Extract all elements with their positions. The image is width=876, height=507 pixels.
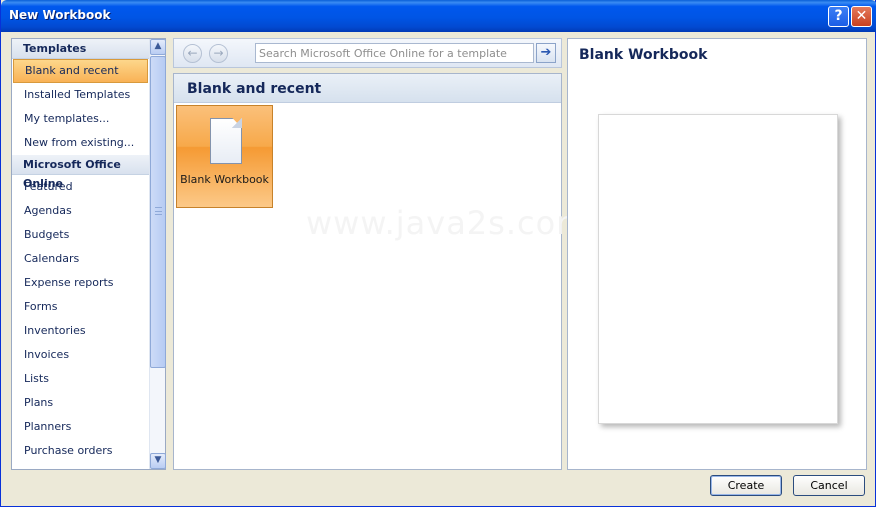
category-item-lists[interactable]: Lists <box>12 367 149 391</box>
template-gallery: Blank and recent Blank Workbook www.java… <box>173 73 587 470</box>
new-workbook-dialog: New Workbook ? ✕ Templates Blank and rec… <box>0 0 876 507</box>
gallery-section-header: Blank and recent <box>174 74 561 103</box>
category-item-invoices[interactable]: Invoices <box>12 343 149 367</box>
scroll-thumb[interactable] <box>150 56 166 368</box>
create-button[interactable]: Create <box>710 475 782 496</box>
category-item-calendars[interactable]: Calendars <box>12 247 149 271</box>
cancel-button[interactable]: Cancel <box>793 475 865 496</box>
window-title: New Workbook <box>9 8 111 22</box>
category-item-budgets[interactable]: Budgets <box>12 223 149 247</box>
category-item-new-from-existing[interactable]: New from existing... <box>12 131 149 155</box>
gallery-section-title: Blank and recent <box>187 81 322 97</box>
preview-title: Blank Workbook <box>579 47 708 63</box>
scroll-down-button[interactable]: ▼ <box>150 453 166 469</box>
category-scrollbar[interactable]: ▲ ▼ <box>149 39 166 469</box>
category-item-agendas[interactable]: Agendas <box>12 199 149 223</box>
category-item-purchase-orders[interactable]: Purchase orders <box>12 439 149 463</box>
preview-thumbnail <box>598 114 838 424</box>
document-fold-icon <box>232 118 242 128</box>
category-item-my-templates[interactable]: My templates... <box>12 107 149 131</box>
category-item-forms[interactable]: Forms <box>12 295 149 319</box>
category-item-plans[interactable]: Plans <box>12 391 149 415</box>
watermark-text: www.java2s.com <box>306 204 589 242</box>
forward-arrow-icon[interactable]: → <box>209 44 228 63</box>
preview-panel: Blank Workbook <box>567 38 867 470</box>
category-item-blank-and-recent[interactable]: Blank and recent <box>13 59 148 83</box>
category-item-featured[interactable]: Featured <box>12 175 149 199</box>
category-list: Templates Blank and recent Installed Tem… <box>12 39 149 469</box>
template-tile-label: Blank Workbook <box>180 173 269 186</box>
category-item-installed-templates[interactable]: Installed Templates <box>12 83 149 107</box>
category-header-templates: Templates <box>12 39 149 59</box>
close-button[interactable]: ✕ <box>851 6 872 27</box>
category-item-inventories[interactable]: Inventories <box>12 319 149 343</box>
category-item-planners[interactable]: Planners <box>12 415 149 439</box>
template-category-panel: Templates Blank and recent Installed Tem… <box>11 38 166 470</box>
title-bar[interactable]: New Workbook ? ✕ <box>1 0 876 32</box>
grip-icon <box>155 207 162 215</box>
category-item-expense-reports[interactable]: Expense reports <box>12 271 149 295</box>
template-tile-blank-workbook[interactable]: Blank Workbook <box>176 105 273 208</box>
category-header-office-online: Microsoft Office Online <box>12 155 149 190</box>
back-arrow-icon[interactable]: ← <box>183 44 202 63</box>
scroll-up-button[interactable]: ▲ <box>150 39 166 55</box>
search-go-button[interactable]: ➔ <box>536 43 556 63</box>
search-toolbar: ← → ➔ <box>173 38 562 68</box>
help-button[interactable]: ? <box>828 6 849 27</box>
template-search-input[interactable] <box>255 43 534 63</box>
